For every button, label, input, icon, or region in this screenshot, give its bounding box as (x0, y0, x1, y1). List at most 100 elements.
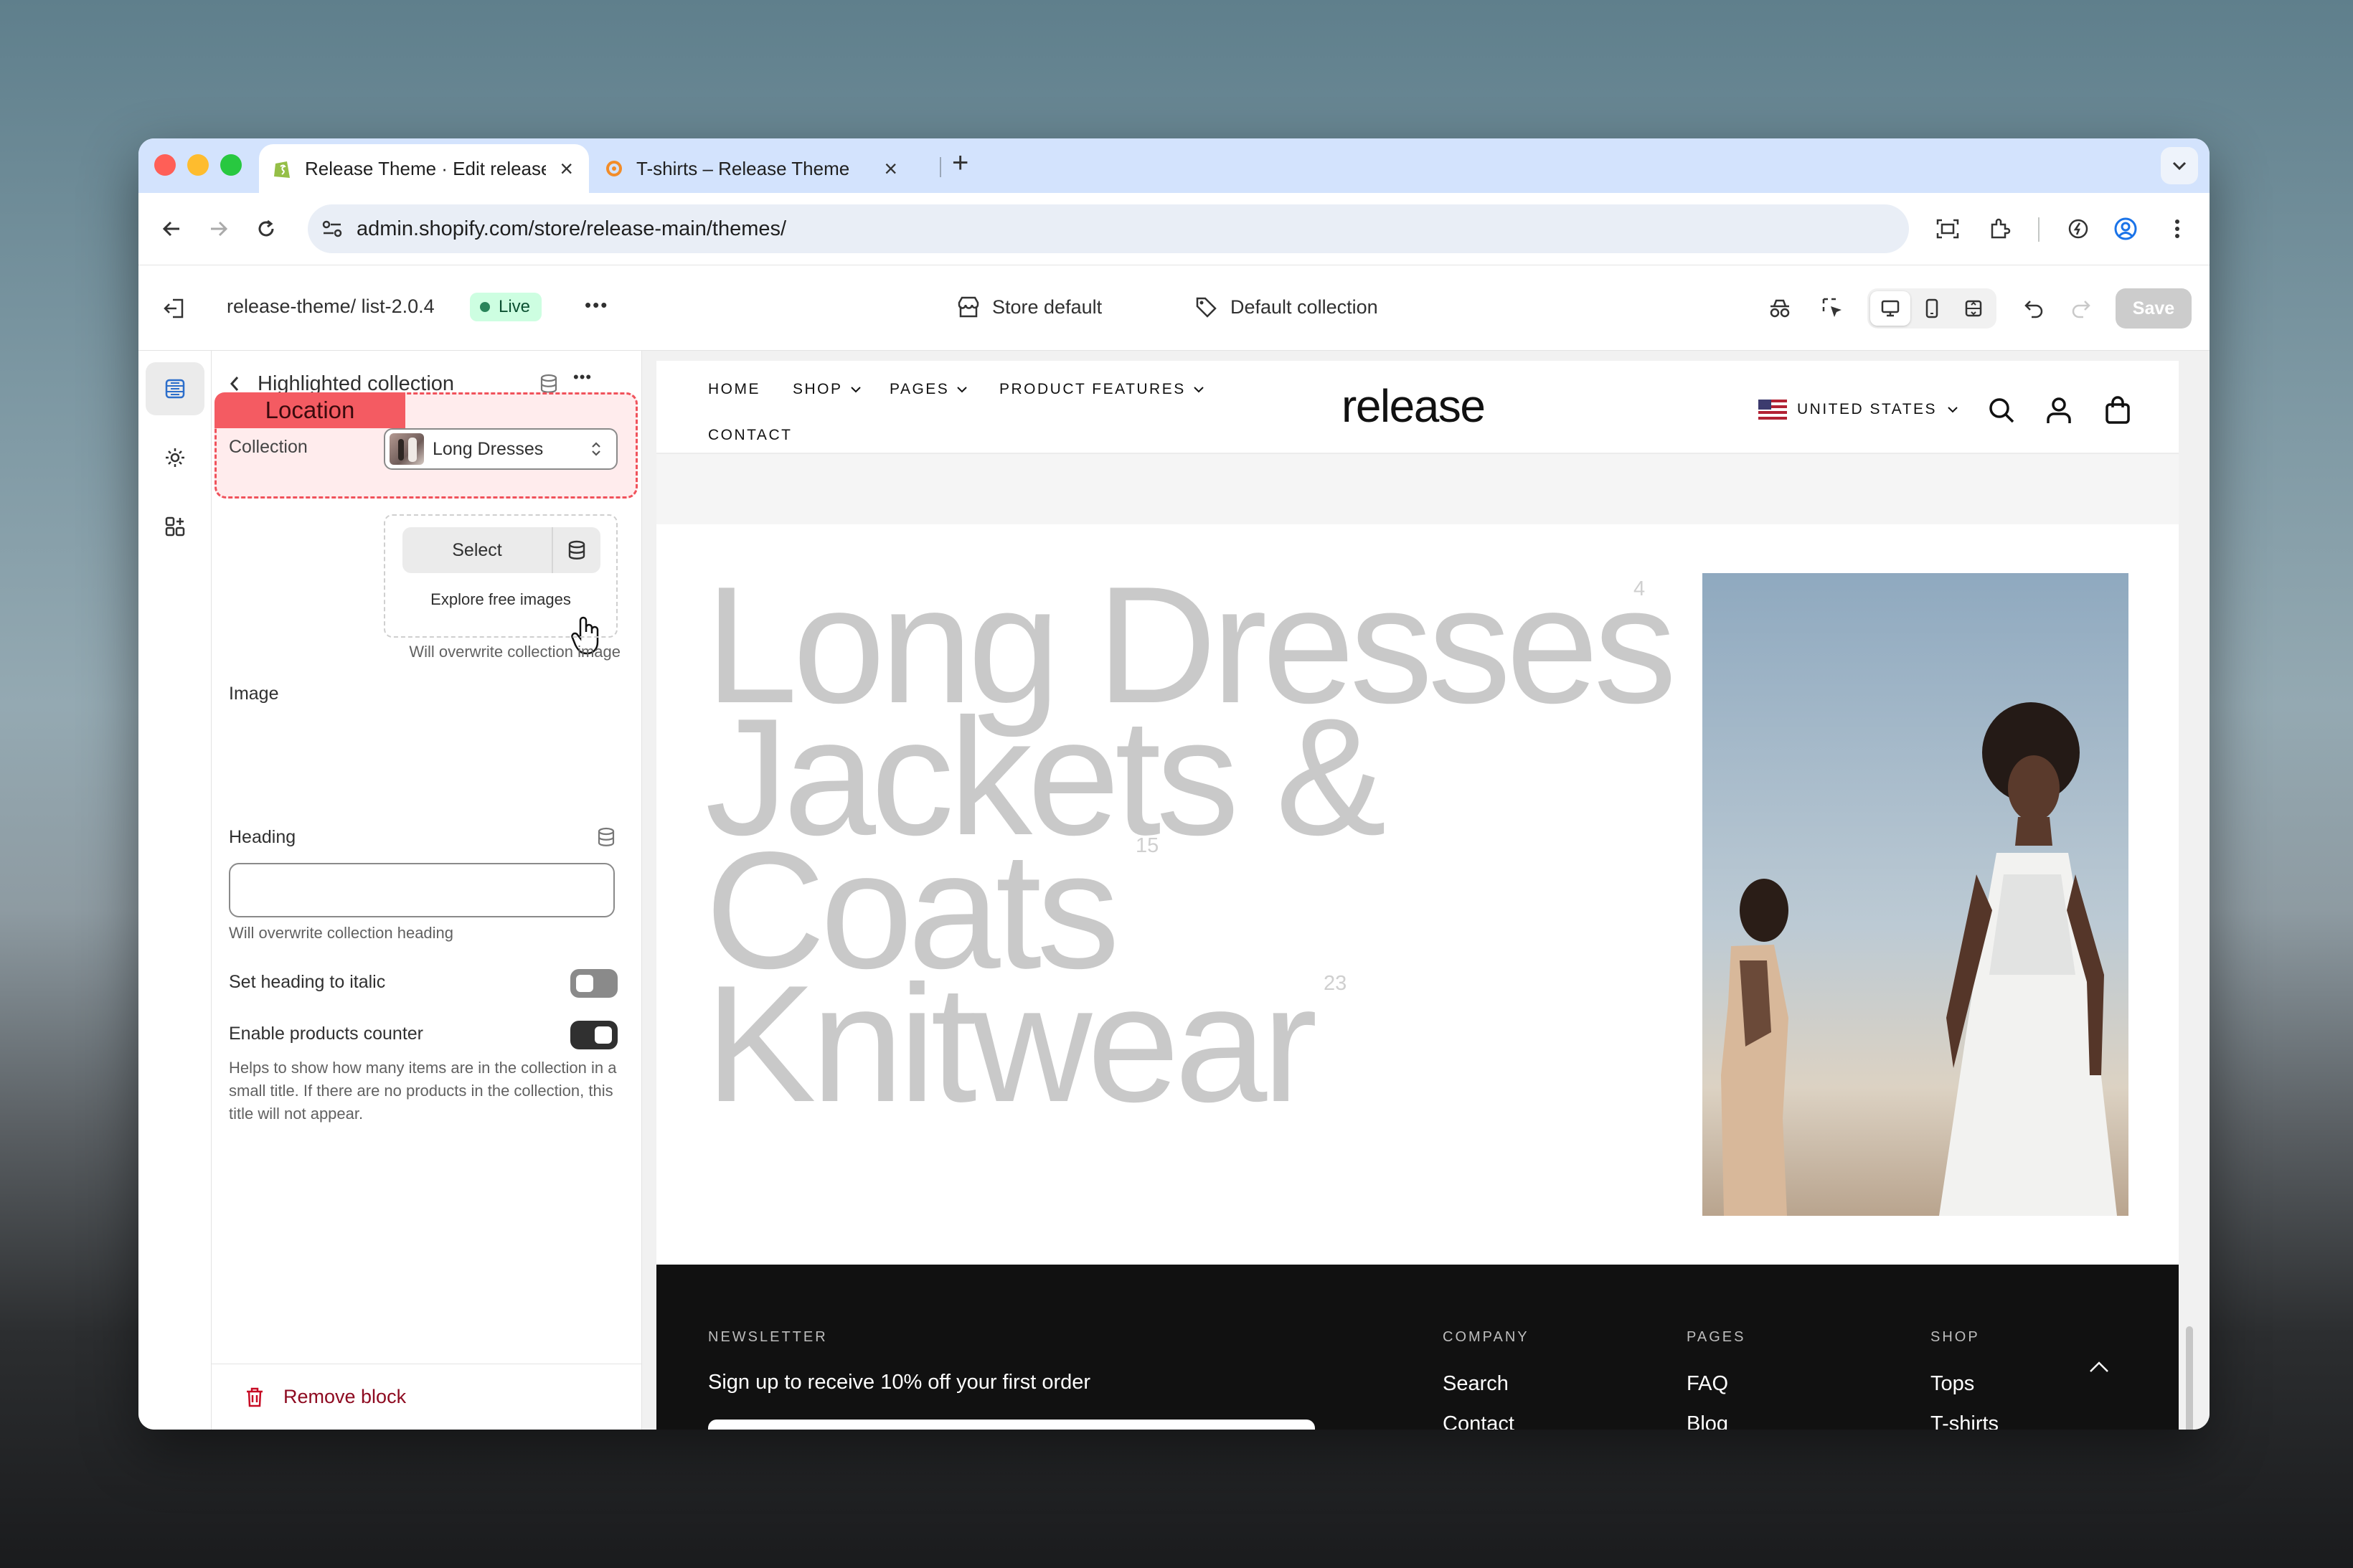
footer-link-tshirts[interactable]: T-shirts (1930, 1412, 1999, 1430)
gear-icon (166, 448, 184, 467)
collection-link-knitwear[interactable]: Knitwear (705, 961, 1318, 1128)
extensions-button[interactable] (1979, 209, 2019, 249)
tab-divider (940, 157, 941, 177)
redo-button[interactable] (2061, 288, 2101, 329)
select-image-button[interactable]: Select (402, 527, 600, 573)
footer-link-search[interactable]: Search (1443, 1372, 1509, 1396)
close-tab-icon[interactable]: × (560, 156, 573, 182)
performance-button[interactable] (2058, 209, 2098, 249)
undo-icon (2024, 301, 2043, 318)
arrow-left-icon (162, 221, 179, 237)
undo-button[interactable] (2014, 288, 2054, 329)
newsletter-heading: NEWSLETTER (708, 1329, 828, 1345)
site-settings-icon[interactable] (321, 219, 344, 239)
remove-block-button[interactable]: Remove block (212, 1364, 642, 1430)
store-search-button[interactable] (1984, 392, 2019, 428)
back-button[interactable] (151, 209, 192, 249)
bag-icon (2106, 396, 2130, 424)
dynamic-source-icon[interactable] (593, 824, 619, 850)
country-selector[interactable]: UNITED STATES (1758, 400, 1958, 420)
new-tab-button[interactable]: + (952, 147, 968, 179)
tab-tshirts[interactable]: T-shirts – Release Theme × (590, 144, 913, 193)
explore-free-images-link[interactable]: Explore free images (385, 590, 616, 609)
select-element-button[interactable] (1813, 288, 1853, 329)
footer-link-faq[interactable]: FAQ (1687, 1372, 1728, 1396)
tab-title: T-shirts – Release Theme (636, 157, 850, 179)
italic-toggle[interactable] (570, 969, 618, 998)
theme-settings-tab[interactable] (146, 431, 204, 484)
store-default-button[interactable]: Store default (956, 285, 1102, 329)
footer-link-contact[interactable]: Contact (1443, 1412, 1514, 1430)
mobile-view-button[interactable] (1912, 291, 1952, 326)
location-tag: Location (214, 392, 405, 428)
search-icon (1989, 398, 2014, 423)
collection-count: 15 (1136, 834, 1159, 857)
browser-menu-button[interactable] (2157, 209, 2197, 249)
image-label: Image (229, 684, 279, 704)
nav-pages-label: PAGES (890, 381, 950, 397)
collection-count: 23 (1324, 972, 1347, 995)
chevron-left-icon (230, 377, 239, 391)
maximize-window-button[interactable] (220, 154, 242, 176)
tab-bar: Release Theme · Edit release × T-shirts … (138, 138, 2210, 193)
nav-home[interactable]: HOME (708, 381, 760, 398)
profile-button[interactable] (2106, 209, 2146, 249)
screenshot-button[interactable] (1928, 209, 1968, 249)
apps-tab[interactable] (146, 500, 204, 553)
counter-toggle[interactable] (570, 1021, 618, 1049)
desktop-icon (1881, 300, 1900, 317)
image-help-text: Will overwrite collection image (409, 643, 621, 661)
country-label: UNITED STATES (1797, 401, 1938, 417)
nav-shop[interactable]: SHOP (793, 381, 862, 398)
store-account-button[interactable] (2041, 392, 2077, 428)
incognito-icon (1770, 299, 1790, 318)
desktop-view-button[interactable] (1870, 291, 1910, 326)
exit-icon (164, 298, 184, 318)
back-to-top-button[interactable] (2081, 1349, 2117, 1385)
store-preview: HOME SHOP PAGES PRODUCT FEATURES CONTACT… (642, 351, 2210, 1430)
close-window-button[interactable] (154, 154, 176, 176)
redo-icon (2072, 301, 2090, 318)
save-button[interactable]: Save (2116, 288, 2192, 329)
gray-banner (656, 454, 2179, 524)
profile-icon (2114, 217, 2137, 240)
omnibox[interactable]: admin.shopify.com/store/release-main/the… (308, 204, 1909, 253)
block-settings-panel: Highlighted collection ••• Location Coll… (212, 351, 642, 1430)
newsletter-email-input[interactable] (708, 1420, 1315, 1430)
default-collection-button[interactable]: Default collection (1194, 285, 1378, 329)
close-tab-icon[interactable]: × (884, 156, 897, 182)
fullscreen-view-button[interactable] (1953, 291, 1994, 326)
preview-scrollbar[interactable] (2186, 1326, 2193, 1430)
tab-search-button[interactable] (2161, 147, 2198, 184)
sections-tab[interactable] (146, 362, 204, 415)
footer-link-tops[interactable]: Tops (1930, 1372, 1974, 1396)
dynamic-source-icon[interactable] (553, 540, 600, 560)
exit-editor-button[interactable] (154, 288, 194, 329)
footer-link-blog[interactable]: Blog (1687, 1412, 1728, 1430)
block-actions-button[interactable]: ••• (573, 368, 592, 387)
store-cart-button[interactable] (2100, 392, 2136, 428)
forward-button[interactable] (199, 209, 239, 249)
nav-contact[interactable]: CONTACT (708, 427, 792, 444)
preview-inspector-button[interactable] (1760, 288, 1800, 329)
tab-release-theme[interactable]: Release Theme · Edit release × (259, 144, 589, 193)
collection-picker[interactable]: Long Dresses (384, 428, 618, 470)
user-icon (2047, 397, 2071, 423)
nav-product-features[interactable]: PRODUCT FEATURES (999, 381, 1204, 398)
nav-pages[interactable]: PAGES (890, 381, 968, 398)
store-logo[interactable]: release (1341, 379, 1486, 433)
trash-icon (247, 1387, 263, 1407)
reload-button[interactable] (246, 209, 286, 249)
remove-block-label: Remove block (283, 1386, 407, 1407)
heading-input[interactable] (229, 863, 615, 917)
counter-label: Enable products counter (229, 1024, 424, 1044)
toolbar-divider (2038, 217, 2040, 242)
preview-frame: HOME SHOP PAGES PRODUCT FEATURES CONTACT… (656, 361, 2179, 1430)
theme-actions-button[interactable]: ••• (585, 294, 608, 316)
minimize-window-button[interactable] (187, 154, 209, 176)
footer-company-heading: COMPANY (1443, 1329, 1529, 1345)
chevron-down-icon (850, 387, 861, 393)
collection-thumbnail (390, 433, 424, 465)
nav-shop-label: SHOP (793, 381, 843, 397)
cursor-select-icon (1822, 298, 1842, 317)
